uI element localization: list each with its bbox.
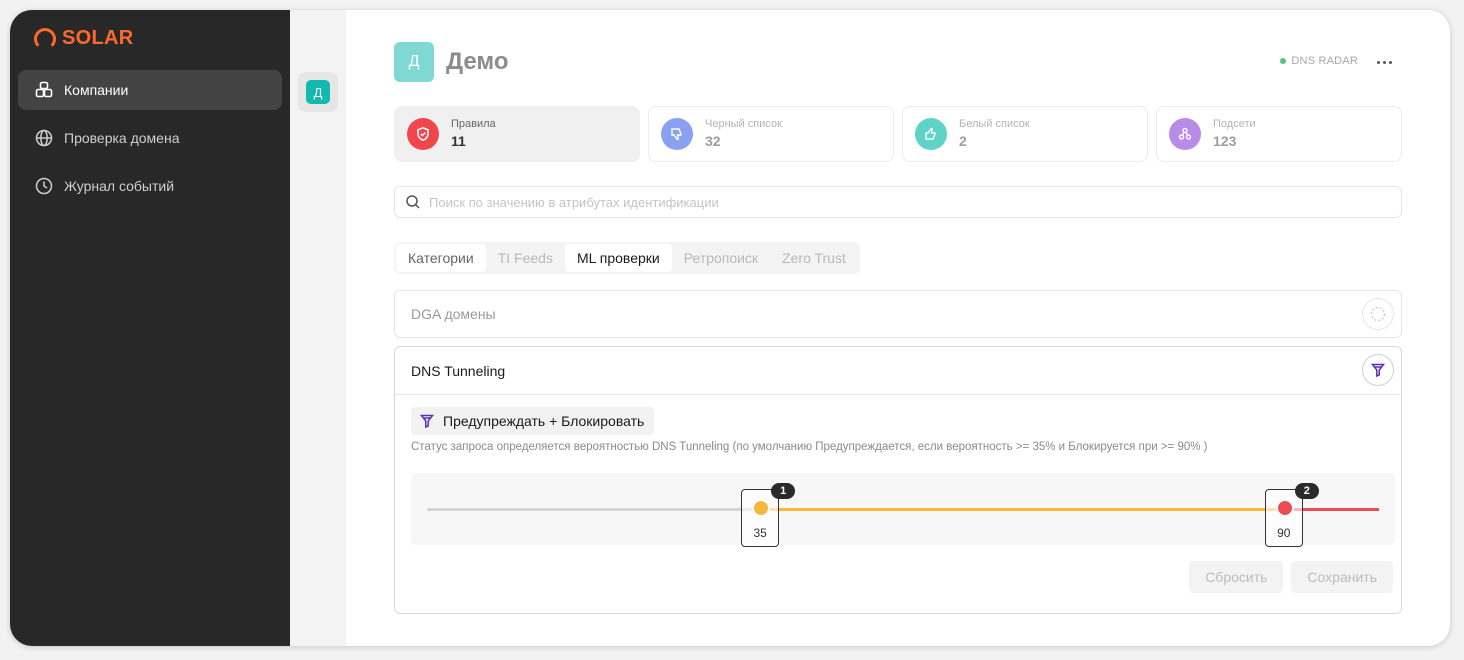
handle-badge: 1	[771, 483, 796, 499]
sidebar-nav: Компании Проверка домена Журнал событий	[18, 70, 282, 214]
tab-bar: Категории TI Feeds ML проверки Ретропоис…	[394, 242, 860, 274]
dga-loading-button[interactable]	[1362, 298, 1394, 330]
mode-selector[interactable]: Предупреждать + Блокировать	[411, 407, 655, 435]
sidebar-item-event-log[interactable]: Журнал событий	[18, 166, 282, 206]
building-blocks-icon	[35, 81, 53, 98]
app-window: SOLAR Компании Проверка домена Журнал со…	[10, 10, 1450, 646]
slider-knob	[752, 499, 771, 517]
funnel-icon	[419, 414, 435, 429]
company-switcher: Д	[290, 10, 346, 646]
stat-card-text: Черный список 32	[705, 117, 782, 151]
tab-ti-feeds[interactable]: TI Feeds	[486, 244, 565, 272]
stat-value: 123	[1213, 133, 1237, 149]
stat-card-text: Правила 11	[451, 117, 496, 151]
globe-icon	[35, 129, 53, 147]
page-title: Демо	[446, 48, 509, 75]
thumbs-down-icon	[661, 118, 693, 150]
search-icon	[406, 195, 420, 209]
shield-icon	[407, 118, 439, 150]
sidebar-item-companies[interactable]: Компании	[18, 70, 282, 110]
logo-ring-icon	[34, 27, 56, 50]
stat-card-rules[interactable]: Правила 11	[394, 106, 640, 162]
loading-spinner-icon	[1370, 306, 1386, 322]
dns-radar-status: DNS RADAR	[1280, 55, 1358, 67]
threshold-slider: 35 1 90 2	[411, 473, 1395, 547]
stat-value: 2	[959, 133, 967, 149]
tab-zero-trust[interactable]: Zero Trust	[770, 244, 858, 272]
sidebar-item-label: Журнал событий	[64, 178, 175, 194]
panel-header[interactable]: DNS Tunneling	[395, 347, 1401, 395]
status-dot-icon	[1280, 58, 1287, 64]
slider-track-warn	[760, 508, 1284, 511]
stat-value: 11	[451, 133, 466, 149]
status-label: DNS RADAR	[1291, 55, 1358, 67]
company-avatar: Д	[306, 80, 330, 104]
tab-retrosearch[interactable]: Ретропоиск	[672, 244, 770, 272]
network-icon	[1169, 118, 1201, 150]
stat-label: Подсети	[1213, 118, 1256, 130]
logo-text: SOLAR	[62, 27, 134, 49]
stat-label: Белый список	[959, 118, 1030, 130]
mode-label: Предупреждать + Блокировать	[443, 413, 645, 429]
thumbs-up-icon	[915, 118, 947, 150]
search-bar	[394, 186, 1402, 218]
reset-button[interactable]: Сбросить	[1189, 561, 1284, 593]
handle-value: 35	[753, 526, 767, 540]
stat-label: Правила	[451, 118, 496, 130]
stat-card-subnets[interactable]: Подсети 123	[1156, 106, 1402, 162]
handle-value: 90	[1277, 526, 1291, 540]
sidebar-item-label: Проверка домена	[64, 130, 180, 146]
stat-label: Черный список	[705, 118, 782, 130]
funnel-icon	[1370, 363, 1386, 378]
slider-track[interactable]	[427, 508, 1379, 511]
stat-card-blacklist[interactable]: Черный список 32	[648, 106, 894, 162]
more-dots-icon	[1376, 60, 1380, 64]
sidebar-item-domain-check[interactable]: Проверка домена	[18, 118, 282, 158]
stats-cards: Правила 11 Черный список 32 Белый список…	[394, 106, 1402, 162]
slider-handle-block[interactable]: 90 2	[1264, 483, 1319, 547]
page-avatar: Д	[394, 42, 434, 82]
tab-ml-checks[interactable]: ML проверки	[564, 244, 672, 272]
tab-categories[interactable]: Категории	[396, 244, 486, 272]
threshold-description: Статус запроса определяется вероятностью…	[411, 441, 1208, 453]
search-input[interactable]	[429, 194, 1329, 210]
solar-logo[interactable]: SOLAR	[34, 27, 134, 50]
stat-value: 32	[705, 133, 721, 149]
panel-title: DNS Tunneling	[411, 362, 506, 379]
handle-badge: 2	[1294, 483, 1319, 499]
filter-mode-button[interactable]	[1362, 354, 1394, 386]
dga-domains-panel[interactable]: DGA домены	[394, 290, 1402, 338]
stat-card-text: Белый список 2	[959, 117, 1030, 151]
panel-actions: Сбросить Сохранить	[1189, 561, 1393, 593]
company-switcher-item[interactable]: Д	[298, 72, 338, 112]
main-content: Д Демо DNS RADAR Правила 11 Черный списо…	[346, 10, 1450, 646]
clock-icon	[35, 177, 53, 195]
more-options-button[interactable]	[1372, 52, 1396, 72]
sidebar-item-label: Компании	[64, 82, 129, 98]
stat-card-whitelist[interactable]: Белый список 2	[902, 106, 1148, 162]
more-dot	[1388, 60, 1392, 64]
more-dot	[1382, 60, 1386, 64]
slider-handle-warn[interactable]: 35 1	[741, 483, 796, 547]
panel-title: DGA домены	[411, 306, 496, 322]
save-button[interactable]: Сохранить	[1291, 561, 1393, 593]
dns-tunneling-panel: DNS Tunneling Предупреждать + Блокироват…	[394, 346, 1402, 614]
stat-card-text: Подсети 123	[1213, 117, 1256, 151]
sidebar: SOLAR Компании Проверка домена Журнал со…	[10, 10, 290, 646]
slider-knob	[1275, 499, 1294, 517]
